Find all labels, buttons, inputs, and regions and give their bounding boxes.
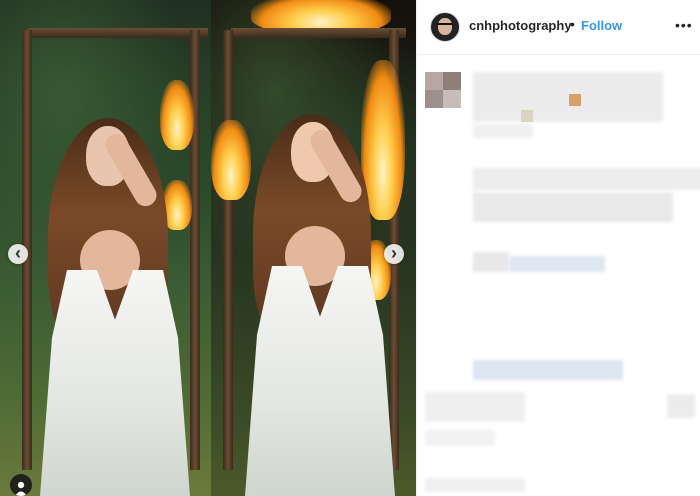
blurred-text	[473, 192, 673, 222]
wood-frame-left	[223, 30, 233, 470]
blurred-link	[473, 360, 623, 380]
fire-flame	[160, 80, 194, 150]
photo-carousel[interactable]: ‹ ›	[0, 0, 416, 496]
user-tag-icon	[15, 481, 27, 496]
user-tag-button[interactable]	[10, 474, 32, 496]
fire-flame	[211, 120, 251, 200]
blurred-text	[473, 168, 700, 190]
blurred-text	[473, 252, 509, 272]
separator-dot: •	[570, 16, 575, 32]
post-info-panel: cnhphotography • Follow •••	[416, 0, 700, 496]
blurred-text	[425, 478, 525, 492]
photo-before	[0, 0, 211, 496]
blurred-avatar	[443, 90, 461, 108]
carousel-prev-button[interactable]: ‹	[8, 244, 28, 264]
blurred-avatar	[425, 90, 443, 108]
blurred-emoji	[521, 110, 533, 122]
blurred-text	[667, 394, 695, 418]
avatar-glasses	[437, 23, 453, 29]
username-link[interactable]: cnhphotography	[469, 18, 572, 33]
blurred-avatar	[425, 72, 443, 90]
chevron-left-icon: ‹	[15, 243, 21, 263]
wood-frame-top	[231, 28, 406, 38]
wood-frame-top	[28, 28, 208, 38]
chevron-right-icon: ›	[391, 243, 397, 263]
blurred-emoji	[569, 94, 581, 106]
blurred-avatar	[443, 72, 461, 90]
blurred-text	[473, 72, 663, 122]
carousel-next-button[interactable]: ›	[384, 244, 404, 264]
more-options-icon[interactable]: •••	[675, 17, 693, 33]
post-header: cnhphotography • Follow •••	[417, 0, 700, 55]
avatar[interactable]	[430, 12, 460, 42]
blurred-text	[425, 430, 495, 446]
blurred-link	[509, 256, 605, 272]
blurred-text	[425, 392, 525, 422]
blurred-text	[473, 124, 533, 138]
follow-button[interactable]: Follow	[581, 18, 622, 33]
